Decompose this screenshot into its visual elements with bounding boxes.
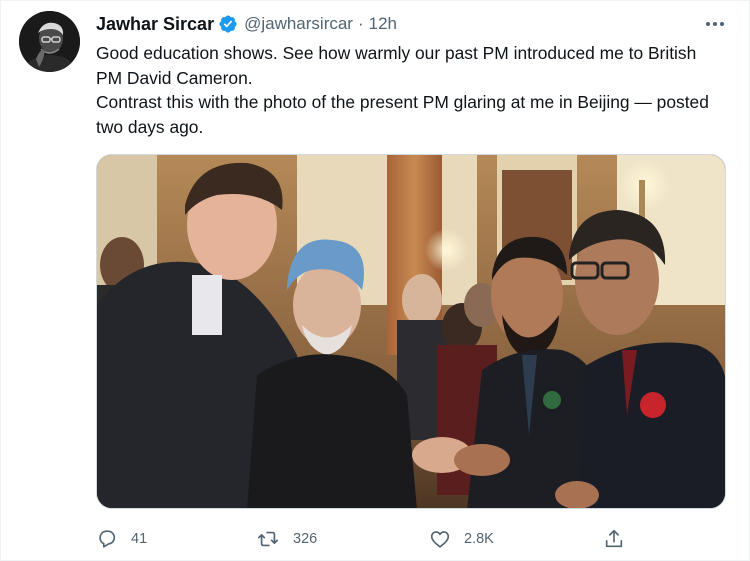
share-icon xyxy=(605,529,623,548)
more-options-button[interactable] xyxy=(703,15,727,33)
tweet-card[interactable]: Jawhar Sircar @jawharsircar · 12h Good e… xyxy=(0,0,750,561)
reply-button[interactable]: 41 xyxy=(96,528,147,550)
reply-icon xyxy=(99,530,116,548)
avatar-image xyxy=(19,11,80,72)
like-count: 2.8K xyxy=(464,531,494,547)
retweet-count: 326 xyxy=(293,531,318,547)
like-button[interactable]: 2.8K xyxy=(429,528,494,550)
tweet-photo[interactable] xyxy=(96,154,726,509)
share-button[interactable] xyxy=(603,528,625,550)
retweet-icon xyxy=(258,531,278,547)
tweet-actions: 41 326 2.8K xyxy=(96,527,636,551)
heart-icon xyxy=(430,531,450,548)
tweet-timestamp[interactable]: 12h xyxy=(369,14,397,34)
verified-badge-icon xyxy=(218,14,238,34)
avatar[interactable] xyxy=(19,11,80,72)
tweet-text-line: Contrast this with the photo of the pres… xyxy=(96,92,709,137)
author-handle[interactable]: @jawharsircar xyxy=(244,14,353,34)
header-separator: · xyxy=(357,14,364,33)
more-icon xyxy=(706,22,724,26)
photo-image xyxy=(97,155,725,508)
tweet-text: Good education shows. See how warmly our… xyxy=(96,41,726,139)
tweet-header: Jawhar Sircar @jawharsircar · 12h xyxy=(96,12,397,36)
reply-count: 41 xyxy=(131,531,148,547)
retweet-button[interactable]: 326 xyxy=(256,528,317,550)
tweet-text-line: Good education shows. See how warmly our… xyxy=(96,43,697,88)
author-display-name[interactable]: Jawhar Sircar xyxy=(96,14,214,35)
